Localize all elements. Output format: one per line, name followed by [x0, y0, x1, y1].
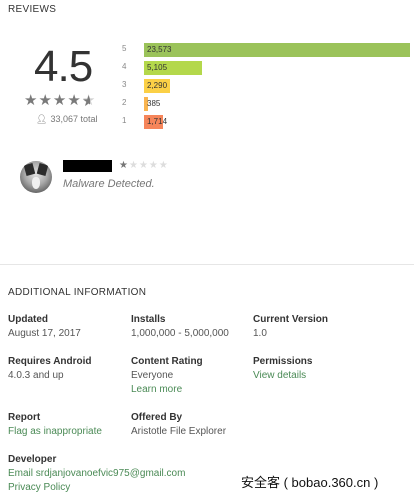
star-icon: ★	[24, 92, 39, 109]
total-ratings: 👤︎ 33,067 total	[36, 114, 97, 125]
histogram-star-label: 3	[122, 80, 127, 89]
offered-by-value: Aristotle File Explorer	[131, 426, 227, 437]
histogram-bar	[144, 43, 410, 57]
permissions-label: Permissions	[253, 356, 313, 367]
report-block: Report Flag as inappropriate	[8, 412, 102, 439]
half-star-icon: ★	[82, 92, 96, 109]
requires-android-block: Requires Android 4.0.3 and up	[8, 356, 92, 383]
histogram-row: 3 2,290	[122, 79, 412, 93]
histogram-star-label: 4	[122, 62, 127, 71]
updated-block: Updated August 17, 2017	[8, 314, 81, 341]
histogram-row: 4 5,105	[122, 61, 412, 75]
developer-label: Developer	[8, 454, 57, 465]
histogram-count: 5,105	[147, 63, 168, 72]
histogram-row: 5 23,573	[122, 43, 412, 57]
developer-email-link[interactable]: Email srdjanjovanoefvic975@gmail.com	[8, 467, 185, 481]
current-version-block: Current Version 1.0	[253, 314, 328, 341]
star-icon: ★	[119, 160, 129, 171]
requires-android-label: Requires Android	[8, 356, 92, 367]
watermark: 安全客 ( bobao.360.cn )	[241, 475, 379, 490]
total-ratings-text: 33,067 total	[50, 114, 98, 124]
installs-block: Installs 1,000,000 - 5,000,000	[131, 314, 229, 341]
additional-info-title: ADDITIONAL INFORMATION	[8, 287, 147, 298]
histogram-row: 1 1,714	[122, 115, 412, 129]
current-version-label: Current Version	[253, 314, 329, 325]
requires-android-value: 4.0.3 and up	[8, 370, 64, 381]
privacy-policy-link[interactable]: Privacy Policy	[8, 481, 185, 495]
histogram-star-label: 5	[122, 44, 127, 53]
star-icon: ★	[38, 92, 53, 109]
histogram-star-label: 1	[122, 116, 127, 125]
histogram-row: 2 385	[122, 97, 412, 111]
learn-more-link[interactable]: Learn more	[131, 383, 203, 397]
updated-label: Updated	[8, 314, 48, 325]
review-text: Malware Detected.	[63, 178, 155, 190]
content-rating-block: Content Rating Everyone Learn more	[131, 356, 203, 397]
reviewer-name-redacted	[63, 160, 112, 172]
updated-value: August 17, 2017	[8, 328, 81, 339]
star-icon: ★	[52, 92, 68, 109]
installs-label: Installs	[131, 314, 166, 325]
view-details-link[interactable]: View details	[253, 369, 312, 383]
developer-block: Developer Email srdjanjovanoefvic975@gma…	[8, 454, 185, 495]
review-rating-stars: ★★★★★	[119, 160, 169, 171]
flag-inappropriate-link[interactable]: Flag as inappropriate	[8, 425, 102, 439]
score-stars: ★★★★★	[24, 91, 96, 109]
star-icon: ★	[158, 160, 169, 171]
reviews-title: REVIEWS	[8, 4, 57, 15]
permissions-block: Permissions View details	[253, 356, 312, 383]
histogram-count: 23,573	[147, 45, 172, 54]
section-divider	[0, 264, 414, 265]
star-icon: ★	[67, 92, 82, 109]
current-version-value: 1.0	[253, 328, 267, 339]
reviewer-avatar[interactable]	[20, 161, 52, 193]
report-label: Report	[8, 412, 41, 423]
histogram-count: 2,290	[147, 81, 168, 90]
offered-by-block: Offered By Aristotle File Explorer	[131, 412, 226, 439]
star-icon: ★	[128, 160, 139, 171]
star-icon: ★	[148, 160, 159, 171]
person-icon: 👤︎	[36, 114, 48, 124]
average-score: 4.5	[34, 42, 93, 91]
content-rating-value: Everyone	[131, 370, 174, 381]
star-icon: ★	[138, 160, 149, 171]
content-rating-label: Content Rating	[131, 356, 203, 367]
histogram-count: 1,714	[147, 117, 168, 126]
histogram-star-label: 2	[122, 98, 127, 107]
offered-by-label: Offered By	[131, 412, 183, 423]
histogram-count: 385	[147, 99, 161, 108]
installs-value: 1,000,000 - 5,000,000	[131, 328, 229, 339]
